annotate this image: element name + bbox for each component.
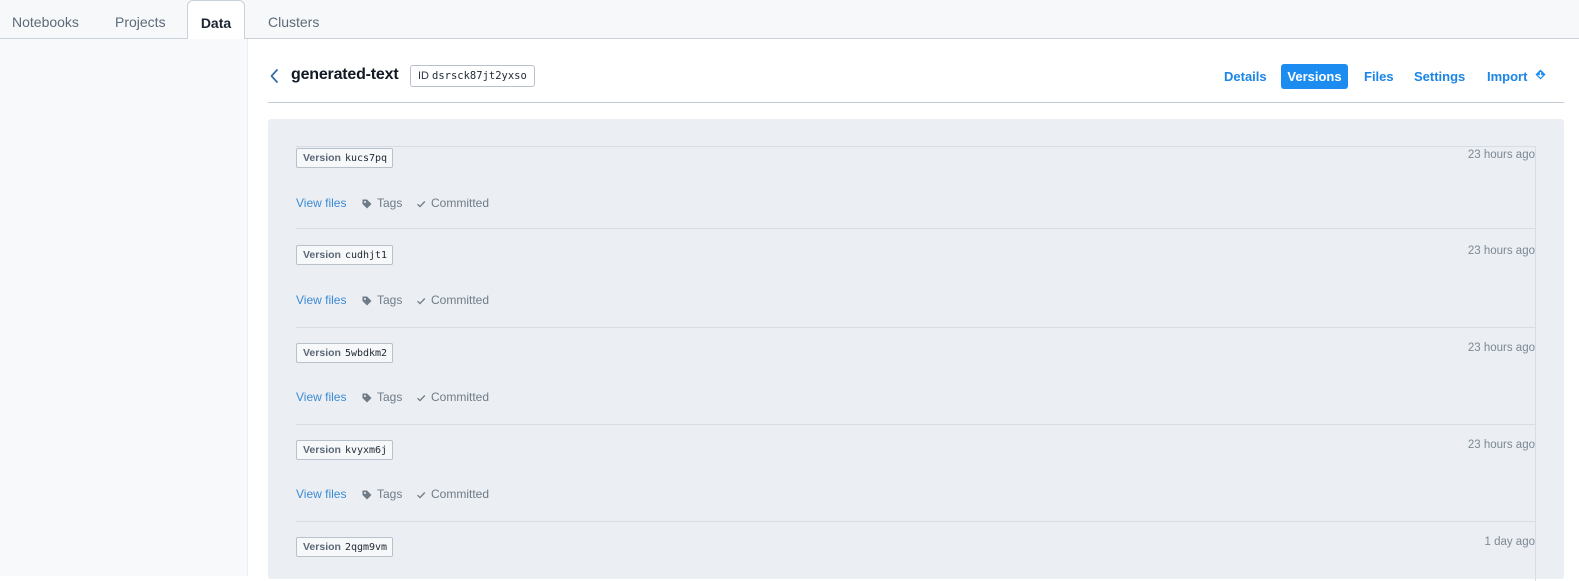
version-badge: Version kvyxm6j (296, 440, 394, 460)
nav-files-button[interactable]: Files (1364, 64, 1394, 89)
tag-icon (362, 198, 372, 212)
import-diamond-icon (1535, 65, 1546, 90)
tab-data[interactable]: Data (187, 0, 245, 40)
commit-status: Committed (416, 293, 489, 309)
version-badge: Version cudhjt1 (296, 245, 394, 265)
tags-button[interactable]: Tags (362, 293, 402, 309)
check-icon (416, 198, 426, 212)
version-badge: Version 5wbdkm2 (296, 343, 394, 363)
tags-label: Tags (377, 390, 403, 404)
version-time: 23 hours ago (1467, 245, 1535, 257)
view-files-link[interactable]: View files (296, 390, 346, 404)
tags-button[interactable]: Tags (362, 487, 402, 503)
dataset-id-value: dsrsck87jt2yxso (432, 70, 527, 82)
nav-import-label: Import (1487, 69, 1528, 84)
nav-versions-button[interactable]: Versions (1281, 64, 1348, 89)
commit-status-label: Committed (431, 196, 490, 210)
back-chevron-icon[interactable] (268, 66, 282, 86)
tag-icon (362, 489, 372, 503)
version-id: 2qgm9vm (344, 542, 388, 553)
version-id: cudhjt1 (344, 250, 388, 261)
version-time: 23 hours ago (1467, 149, 1535, 161)
tags-label: Tags (377, 293, 403, 307)
tag-icon (362, 295, 372, 309)
version-badge: Version kucs7pq (296, 148, 394, 168)
commit-status: Committed (416, 487, 489, 503)
tags-button[interactable]: Tags (362, 390, 402, 406)
tags-label: Tags (377, 487, 403, 501)
check-icon (416, 392, 426, 406)
commit-status-label: Committed (431, 293, 490, 307)
version-row: Version kucs7pq 23 hours ago View files T… (296, 146, 1536, 229)
tag-icon (362, 392, 372, 406)
commit-status: Committed (416, 390, 489, 406)
view-files-link[interactable]: View files (296, 293, 346, 307)
version-label: Version (303, 249, 341, 261)
commit-status: Committed (416, 196, 489, 212)
tags-button[interactable]: Tags (362, 196, 402, 212)
check-icon (416, 489, 426, 503)
version-label: Version (303, 347, 341, 359)
version-label: Version (303, 541, 341, 553)
view-files-link[interactable]: View files (296, 487, 346, 501)
version-time: 23 hours ago (1467, 342, 1535, 354)
version-id: 5wbdkm2 (344, 348, 388, 359)
version-row: Version 2qgm9vm 1 day ago (296, 521, 1536, 581)
version-row: Version 5wbdkm2 23 hours ago View files T… (296, 327, 1536, 425)
top-tab-bar: Notebooks Projects Data Clusters (0, 0, 1579, 40)
sidebar (0, 39, 248, 576)
tab-clusters[interactable]: Clusters (268, 0, 319, 39)
view-files-link[interactable]: View files (296, 196, 346, 210)
version-row: Version cudhjt1 23 hours ago View files T… (296, 228, 1536, 328)
tab-projects[interactable]: Projects (115, 0, 166, 39)
version-row: Version kvyxm6j 23 hours ago View files T… (296, 424, 1536, 522)
tab-notebooks[interactable]: Notebooks (12, 0, 79, 39)
nav-settings-button[interactable]: Settings (1414, 64, 1465, 89)
dataset-id-label: ID (418, 70, 429, 82)
tags-label: Tags (377, 196, 403, 210)
dataset-id-badge: ID dsrsck87jt2yxso (410, 65, 535, 87)
version-id: kvyxm6j (344, 445, 388, 456)
version-badge: Version 2qgm9vm (296, 537, 394, 557)
dataset-title: generated-text (291, 66, 399, 83)
version-label: Version (303, 152, 341, 164)
version-id: kucs7pq (344, 153, 388, 164)
version-time: 1 day ago (1484, 536, 1535, 548)
commit-status-label: Committed (431, 390, 490, 404)
nav-import-button[interactable]: Import (1487, 64, 1549, 89)
version-label: Version (303, 444, 341, 456)
check-icon (416, 295, 426, 309)
header-divider (268, 102, 1564, 103)
nav-details-button[interactable]: Details (1224, 64, 1267, 89)
commit-status-label: Committed (431, 487, 490, 501)
version-time: 23 hours ago (1467, 439, 1535, 451)
